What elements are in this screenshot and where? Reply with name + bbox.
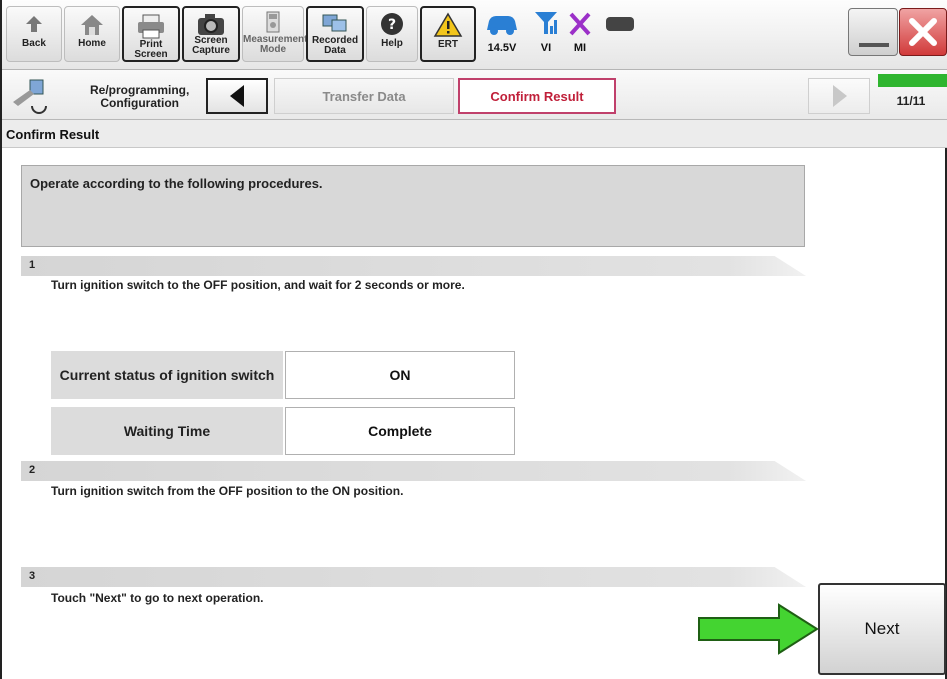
indicator-icon [602, 8, 638, 42]
step-2-band: 2 [21, 461, 806, 481]
mi-label: MI [573, 42, 587, 54]
recorded-data-button[interactable]: Recorded Data [306, 6, 364, 62]
step-2-number: 2 [29, 464, 36, 476]
close-button[interactable] [899, 8, 947, 56]
step-1-text: Turn ignition switch to the OFF position… [51, 278, 465, 292]
step-3-number: 3 [29, 570, 36, 582]
car-icon [482, 8, 522, 42]
back-button[interactable]: Back [6, 6, 62, 62]
progress-bar [878, 74, 947, 87]
instruction-box: Operate according to the following proce… [21, 165, 805, 247]
help-icon: ? [367, 7, 417, 39]
reprogramming-icon [10, 78, 50, 119]
step-1-number: 1 [29, 259, 36, 271]
home-icon [65, 7, 119, 39]
ert-label: ERT [438, 39, 458, 50]
step-3-text: Touch "Next" to go to next operation. [51, 591, 264, 605]
mi-indicator: MI [564, 8, 596, 62]
voltage-label: 14.5V [487, 42, 517, 54]
triangle-left-icon [230, 85, 244, 107]
nav-title: Re/programming, Configuration [90, 84, 189, 110]
measurement-mode-button[interactable]: Measurement Mode [242, 6, 307, 62]
step-confirm-result: Confirm Result [458, 78, 616, 114]
green-arrow-icon [698, 603, 819, 655]
home-button[interactable]: Home [64, 6, 120, 62]
previous-step-button[interactable] [206, 78, 268, 114]
close-icon [909, 18, 937, 46]
recorded-label-2: Data [324, 45, 346, 56]
home-label: Home [78, 38, 106, 49]
vi-indicator: VI [530, 8, 562, 62]
x-mark-icon [564, 8, 596, 42]
step-transfer-data: Transfer Data [274, 78, 454, 114]
warning-icon [422, 8, 474, 40]
next-step-button [808, 78, 870, 114]
step-3-band: 3 [21, 567, 806, 587]
help-label: Help [381, 38, 403, 49]
page-header: Confirm Result [2, 120, 947, 148]
screen-capture-label-2: Capture [192, 45, 230, 56]
screen-capture-button[interactable]: Screen Capture [182, 6, 240, 62]
printer-icon [124, 8, 178, 40]
progress-text: 11/11 [896, 94, 926, 108]
step-1-band: 1 [21, 256, 806, 276]
back-arrow-icon [7, 7, 61, 39]
next-button[interactable]: Next [818, 583, 946, 675]
page-title: Confirm Result [6, 127, 100, 142]
waiting-time-label: Waiting Time [51, 407, 283, 455]
vi-label: VI [540, 42, 552, 54]
status-light [602, 8, 638, 62]
camera-icon [184, 8, 238, 36]
recorded-data-icon [308, 8, 362, 36]
signal-icon [530, 8, 562, 42]
measurement-label-2: Mode [259, 44, 287, 55]
app-window: Back Home Print Screen Screen Capture Me… [0, 0, 947, 679]
ert-button[interactable]: ERT [420, 6, 476, 62]
minimize-icon [859, 43, 889, 47]
nav-title-line-2: Configuration [100, 96, 179, 110]
print-screen-label: Print Screen [134, 39, 168, 60]
wizard-nav: Re/programming, Configuration Transfer D… [2, 70, 947, 120]
svg-text:?: ? [388, 17, 396, 33]
minimize-button[interactable] [848, 8, 898, 56]
toolbar: Back Home Print Screen Screen Capture Me… [2, 0, 947, 70]
battery-voltage-indicator: 14.5V [482, 8, 522, 62]
waiting-time-value: Complete [285, 407, 515, 455]
ignition-status-value: ON [285, 351, 515, 399]
back-label: Back [22, 38, 46, 49]
ignition-status-label: Current status of ignition switch [51, 351, 283, 399]
print-screen-button[interactable]: Print Screen [122, 6, 180, 62]
triangle-right-icon [833, 85, 847, 107]
meter-icon [243, 7, 303, 35]
step-2-text: Turn ignition switch from the OFF positi… [51, 484, 404, 498]
help-button[interactable]: ? Help [366, 6, 418, 62]
